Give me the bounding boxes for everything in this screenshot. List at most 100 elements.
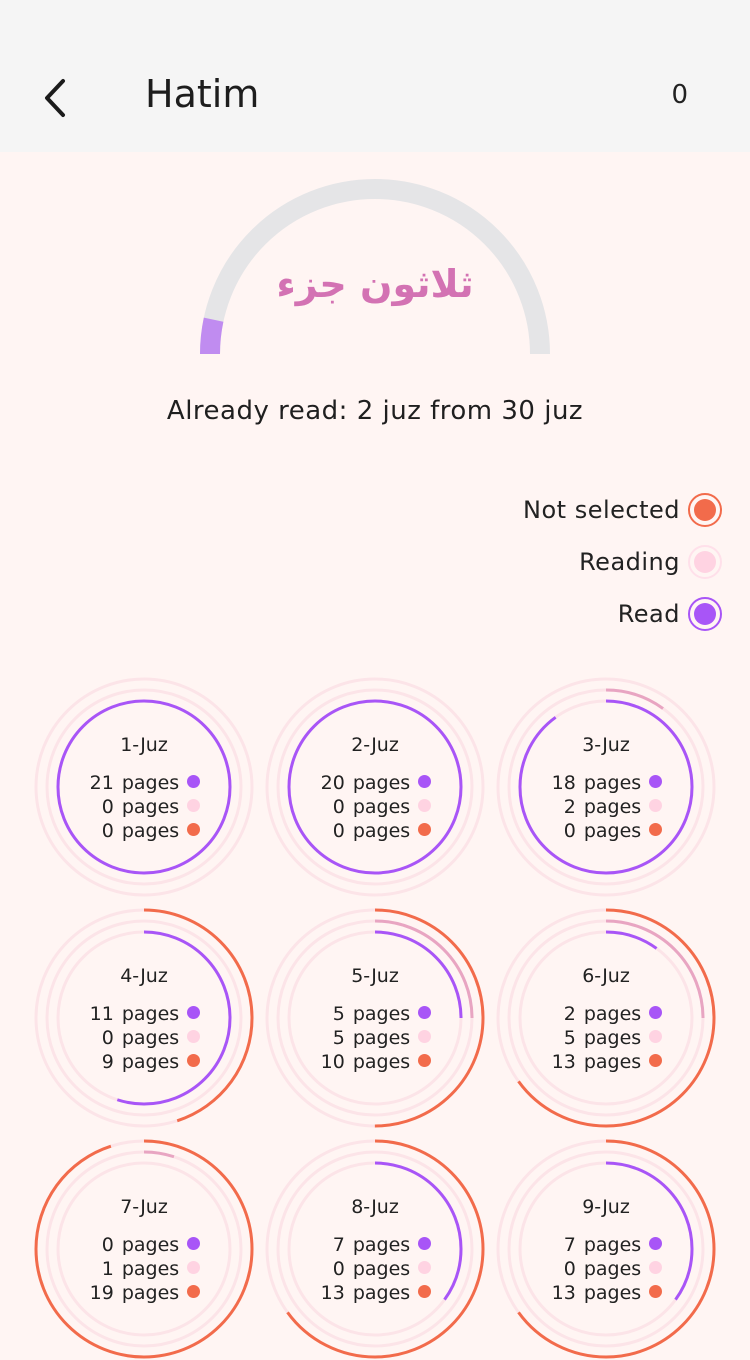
reading-dot-icon: [418, 1030, 432, 1043]
reading-count: 2: [563, 796, 576, 818]
juz-card[interactable]: 2-Juz 20 pages 0 pages 0 pages: [264, 676, 486, 898]
read-count: 2: [563, 1003, 576, 1025]
gauge-fill: [200, 317, 224, 355]
read-dot-icon: [418, 775, 432, 788]
not-selected-dot-icon: [187, 1285, 201, 1298]
chevron-left-icon: [45, 79, 65, 117]
reading-pages-row: 0 pages: [33, 1027, 255, 1051]
pages-label: pages: [121, 1051, 180, 1073]
reading-pages-row: 1 pages: [33, 1258, 255, 1282]
reading-count: 5: [332, 1027, 345, 1049]
juz-title: 2-Juz: [351, 734, 399, 756]
read-dot-icon: [418, 1237, 432, 1250]
pages-label: pages: [583, 1282, 642, 1304]
pages-label: pages: [121, 1003, 180, 1025]
juz-card[interactable]: 9-Juz 7 pages 0 pages 13 pages: [495, 1138, 717, 1360]
reading-dot-icon: [688, 545, 722, 579]
reading-dot-icon: [418, 799, 432, 812]
juz-card[interactable]: 7-Juz 0 pages 1 pages 19 pages: [33, 1138, 255, 1360]
juz-title: 5-Juz: [351, 965, 399, 987]
read-pages-row: 5 pages: [264, 1003, 486, 1027]
read-pages-row: 7 pages: [495, 1234, 717, 1258]
juz-title: 8-Juz: [351, 1196, 399, 1218]
legend-read: Read: [618, 594, 722, 634]
pages-label: pages: [121, 1282, 180, 1304]
reading-pages-row: 2 pages: [495, 796, 717, 820]
reading-pages-row: 0 pages: [264, 796, 486, 820]
not-selected-count: 0: [332, 820, 345, 842]
read-count: 11: [89, 1003, 114, 1025]
not-selected-dot-icon: [649, 823, 663, 836]
not-selected-pages-row: 0 pages: [264, 820, 486, 844]
legend-label: Reading: [579, 548, 680, 576]
not-selected-dot-icon: [649, 1054, 663, 1067]
not-selected-count: 0: [101, 820, 114, 842]
reading-pages-row: 0 pages: [33, 796, 255, 820]
legend-label: Read: [617, 600, 680, 628]
reading-pages-row: 5 pages: [495, 1027, 717, 1051]
pages-label: pages: [352, 1027, 411, 1049]
not-selected-dot-icon: [649, 1285, 663, 1298]
read-pages-row: 18 pages: [495, 772, 717, 796]
juz-card[interactable]: 5-Juz 5 pages 5 pages 10 pages: [264, 907, 486, 1129]
read-count: 0: [101, 1234, 114, 1256]
pages-label: pages: [583, 1003, 642, 1025]
back-button[interactable]: [28, 70, 84, 126]
read-dot-icon: [649, 1006, 663, 1019]
pages-label: pages: [352, 1051, 411, 1073]
read-count: 18: [551, 772, 576, 794]
not-selected-pages-row: 10 pages: [264, 1051, 486, 1075]
juz-card[interactable]: 8-Juz 7 pages 0 pages 13 pages: [264, 1138, 486, 1360]
read-pages-row: 2 pages: [495, 1003, 717, 1027]
not-selected-count: 13: [551, 1051, 576, 1073]
reading-dot-icon: [187, 1261, 201, 1274]
not-selected-dot-icon: [187, 823, 201, 836]
reading-dot-icon: [187, 799, 201, 812]
read-pages-row: 11 pages: [33, 1003, 255, 1027]
read-dot-icon: [187, 1006, 201, 1019]
pages-label: pages: [352, 1003, 411, 1025]
pages-label: pages: [121, 796, 180, 818]
juz-card[interactable]: 1-Juz 21 pages 0 pages 0 pages: [33, 676, 255, 898]
reading-pages-row: 0 pages: [264, 1258, 486, 1282]
not-selected-dot-icon: [688, 493, 722, 527]
juz-card[interactable]: 6-Juz 2 pages 5 pages 13 pages: [495, 907, 717, 1129]
pages-label: pages: [121, 1258, 180, 1280]
not-selected-dot-icon: [418, 1285, 432, 1298]
gauge-title: ثلاثون جزء: [276, 262, 474, 306]
juz-title: 1-Juz: [120, 734, 168, 756]
reading-count: 5: [563, 1027, 576, 1049]
pages-label: pages: [583, 820, 642, 842]
read-dot-icon: [418, 1006, 432, 1019]
not-selected-pages-row: 13 pages: [495, 1051, 717, 1075]
not-selected-pages-row: 9 pages: [33, 1051, 255, 1075]
reading-dot-icon: [649, 799, 663, 812]
read-count: 7: [332, 1234, 345, 1256]
juz-card[interactable]: 3-Juz 18 pages 2 pages 0 pages: [495, 676, 717, 898]
read-dot-icon: [649, 775, 663, 788]
juz-card[interactable]: 4-Juz 11 pages 0 pages 9 pages: [33, 907, 255, 1129]
pages-label: pages: [352, 820, 411, 842]
not-selected-count: 10: [320, 1051, 345, 1073]
legend-reading: Reading: [579, 542, 722, 582]
not-selected-pages-row: 0 pages: [495, 820, 717, 844]
read-dot-icon: [187, 1237, 201, 1250]
read-pages-row: 7 pages: [264, 1234, 486, 1258]
not-selected-count: 9: [101, 1051, 114, 1073]
juz-title: 7-Juz: [120, 1196, 168, 1218]
read-count: 21: [89, 772, 114, 794]
app-header: Hatim 0: [0, 0, 750, 152]
pages-label: pages: [352, 1234, 411, 1256]
reading-count: 0: [332, 796, 345, 818]
reading-pages-row: 0 pages: [495, 1258, 717, 1282]
read-pages-row: 0 pages: [33, 1234, 255, 1258]
header-count: 0: [671, 80, 688, 110]
read-pages-row: 20 pages: [264, 772, 486, 796]
reading-count: 0: [563, 1258, 576, 1280]
juz-title: 3-Juz: [582, 734, 630, 756]
reading-dot-icon: [418, 1261, 432, 1274]
pages-label: pages: [121, 772, 180, 794]
pages-label: pages: [352, 772, 411, 794]
pages-label: pages: [583, 796, 642, 818]
pages-label: pages: [583, 1027, 642, 1049]
